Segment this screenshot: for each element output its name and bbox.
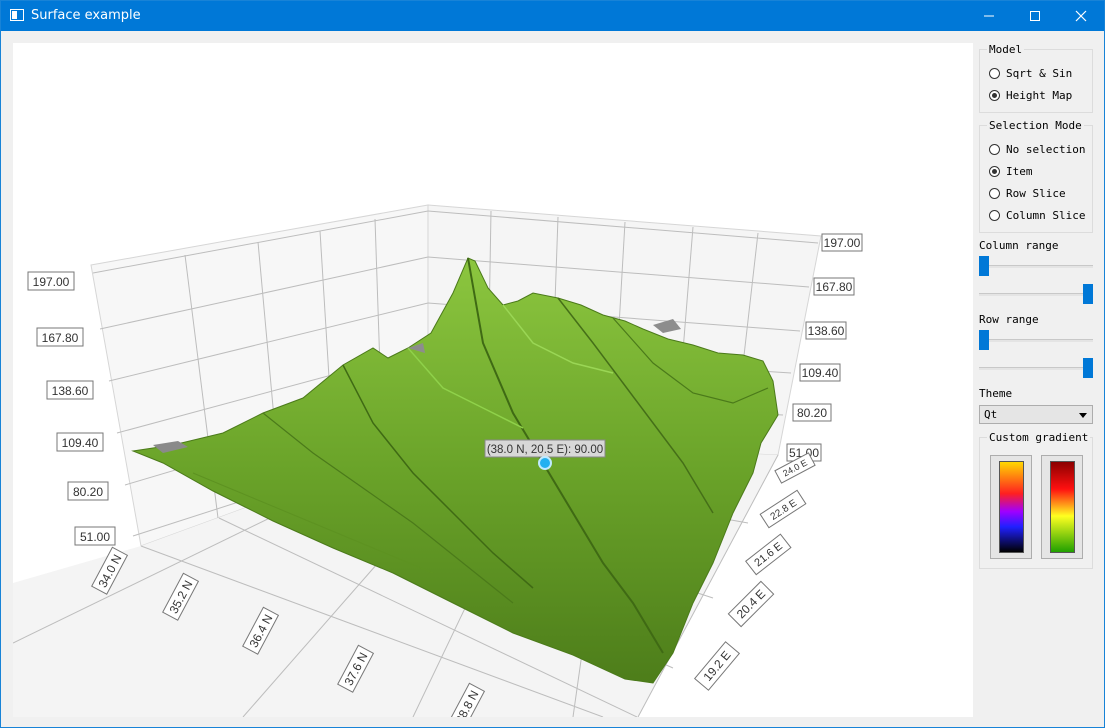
radio-circle[interactable]	[989, 209, 1000, 221]
z-tick-label: 138.60	[52, 384, 89, 398]
close-button[interactable]	[1058, 1, 1104, 31]
slider-handle[interactable]	[979, 256, 989, 276]
maximize-icon	[1030, 11, 1040, 21]
slider-track	[979, 339, 1093, 342]
z-tick-label: 138.60	[808, 324, 845, 338]
z-tick-label: 167.80	[42, 331, 79, 345]
radio-item[interactable]: Item	[989, 163, 1033, 179]
column-range-max-slider[interactable]	[979, 283, 1093, 305]
custom-gradient-group: Custom gradient	[979, 431, 1093, 569]
radio-height-map[interactable]: Height Map	[989, 87, 1072, 103]
window-title: Surface example	[31, 8, 141, 23]
theme-value: Qt	[984, 408, 998, 421]
row-range-max-slider[interactable]	[979, 357, 1093, 379]
slider-handle[interactable]	[979, 330, 989, 350]
z-tick-label: 80.20	[797, 406, 827, 420]
radio-sqrt-sin[interactable]: Sqrt & Sin	[989, 65, 1072, 81]
app-icon	[10, 9, 24, 21]
selection-mode-group: Selection Mode No selection Item Row Sli…	[979, 119, 1093, 233]
z-tick-label: 109.40	[62, 436, 99, 450]
radio-circle[interactable]	[989, 165, 1000, 177]
radio-circle[interactable]	[989, 143, 1000, 155]
radio-label: No selection	[1006, 142, 1086, 156]
z-tick-label: 167.80	[816, 280, 853, 294]
selection-label: (38.0 N, 20.5 E): 90.00	[487, 444, 603, 456]
gradient-button-1[interactable]	[990, 455, 1032, 559]
model-group-title: Model	[987, 43, 1025, 56]
z-tick-label: 197.00	[33, 275, 70, 289]
model-group: Model Sqrt & Sin Height Map	[979, 43, 1093, 113]
column-range-label: Column range	[979, 239, 1059, 252]
surface-plot[interactable]: 197.00 167.80 138.60 109.40 80.20 51.00 …	[13, 43, 973, 717]
z-tick-label: 80.20	[73, 485, 103, 499]
gradient-swatch-icon	[999, 461, 1024, 553]
minimize-icon	[984, 15, 994, 17]
chevron-down-icon	[1079, 413, 1087, 418]
slider-handle[interactable]	[1083, 284, 1093, 304]
radio-circle[interactable]	[989, 187, 1000, 199]
theme-dropdown[interactable]: Qt	[979, 405, 1093, 424]
custom-gradient-title: Custom gradient	[987, 431, 1091, 444]
radio-label: Sqrt & Sin	[1006, 66, 1073, 80]
minimize-button[interactable]	[966, 1, 1012, 31]
radio-label: Height Map	[1006, 88, 1073, 102]
row-range-label: Row range	[979, 313, 1039, 326]
z-tick-label: 51.00	[80, 530, 110, 544]
selection-tooltip: (38.0 N, 20.5 E): 90.00	[484, 439, 606, 458]
radio-row-slice[interactable]: Row Slice	[989, 185, 1066, 201]
app-window: Surface example 197.00 167.80 138.60 109…	[0, 0, 1105, 728]
title-bar[interactable]: Surface example	[1, 1, 1104, 31]
slider-handle[interactable]	[1083, 358, 1093, 378]
slider-track	[979, 293, 1093, 296]
z-tick-label: 197.00	[824, 236, 861, 250]
radio-label: Column Slice	[1006, 208, 1086, 222]
surface-graph[interactable]: 197.00 167.80 138.60 109.40 80.20 51.00 …	[13, 43, 973, 717]
column-range-min-slider[interactable]	[979, 255, 1093, 277]
theme-label: Theme	[979, 387, 1013, 400]
maximize-button[interactable]	[1012, 1, 1058, 31]
radio-circle[interactable]	[989, 67, 1000, 79]
row-range-min-slider[interactable]	[979, 329, 1093, 351]
slider-track	[979, 265, 1093, 268]
gradient-swatch-icon	[1050, 461, 1075, 553]
radio-label: Item	[1006, 164, 1033, 178]
radio-circle[interactable]	[989, 89, 1000, 101]
selection-mode-title: Selection Mode	[987, 119, 1084, 132]
radio-label: Row Slice	[1006, 186, 1066, 200]
radio-column-slice[interactable]: Column Slice	[989, 207, 1085, 223]
radio-no-selection[interactable]: No selection	[989, 141, 1085, 157]
close-icon	[1075, 10, 1087, 22]
gradient-button-2[interactable]	[1041, 455, 1083, 559]
z-tick-label: 109.40	[802, 366, 839, 380]
slider-track	[979, 367, 1093, 370]
selection-marker[interactable]	[538, 456, 552, 470]
